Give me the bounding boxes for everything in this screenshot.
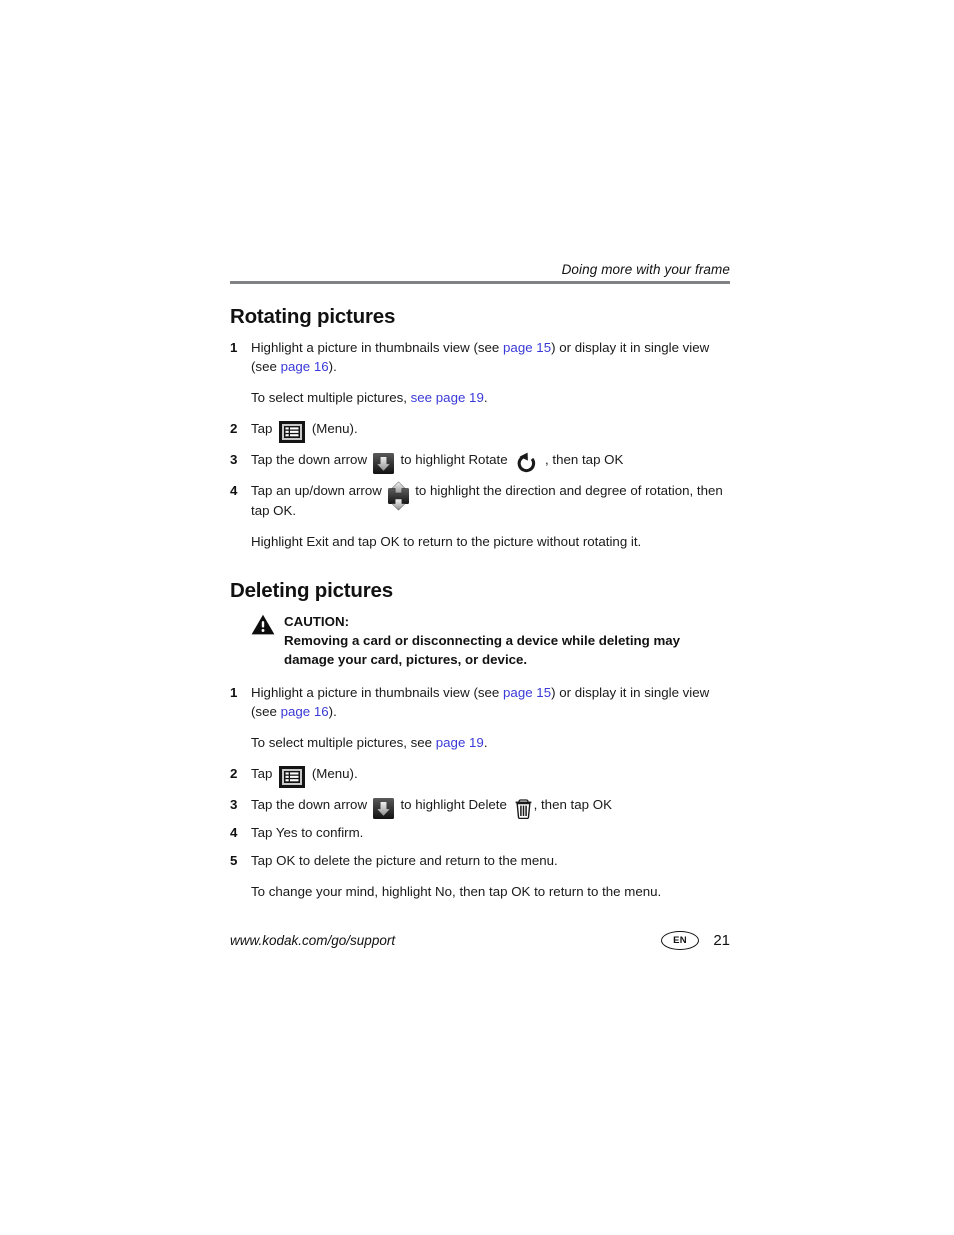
link-page-15[interactable]: page 15 [503,685,551,700]
step-number: 3 [230,452,238,467]
support-url[interactable]: www.kodak.com/go/support [230,933,661,948]
step-text-part: (Menu). [308,421,358,436]
step-number: 4 [230,483,238,498]
header-rule [230,281,730,284]
link-page-16[interactable]: page 16 [281,704,329,719]
caution-body: Removing a card or disconnecting a devic… [284,633,681,668]
link-page-19[interactable]: page 19 [436,735,484,750]
caution-triangle-icon [251,614,275,635]
step-rotating-2: 2 Tap (Menu). [230,419,730,443]
step-text-part: (Menu). [308,766,358,782]
caution-label: CAUTION: [284,614,349,630]
step-text-part: to highlight Delete [396,797,511,813]
step-deleting-1: 1 Highlight a picture in thumbnails view… [230,683,730,721]
page-title-rotating: Rotating pictures [230,305,396,328]
step-rotating-1-note: To select multiple pictures, see page 19… [251,388,730,407]
step-deleting-4: 4 Tap Yes to confirm. [230,823,730,842]
link-page-15[interactable]: page 15 [503,340,551,355]
step-number: 1 [230,340,238,355]
step-text-part: Highlight a picture in thumbnails view (… [251,340,504,355]
step-text-part: Tap the down arrow [251,452,371,467]
step-rotating-1: 1 Highlight a picture in thumbnails view… [230,338,730,376]
step-text: Highlight a picture in thumbnails view (… [251,338,730,376]
link-see-page-19[interactable]: see page 19 [411,390,484,405]
step-text-part: , then tap OK [533,797,612,813]
step-text: Highlight a picture in thumbnails view (… [251,683,730,721]
page-number: 21 [713,932,730,949]
manual-page: Doing more with your frame Rotating pict… [230,262,730,913]
down-arrow-icon [372,452,394,474]
step-text-part: ). [328,704,337,720]
step-deleting-5-note: To change your mind, highlight No, then … [251,884,662,900]
step-deleting-1-note: To select multiple pictures, see page 19… [251,733,730,752]
language-badge: EN [661,931,699,950]
caution-text: CAUTION: Removing a card or disconnectin… [284,612,730,669]
step-text: Tap (Menu). [251,764,730,789]
note-text-part: To select multiple pictures, [251,390,411,405]
step-text: Tap the down arrow to highlight Rotate ,… [251,450,730,474]
step-text-part: Tap [251,766,277,782]
step-deleting-2: 2 Tap (Menu). [230,764,730,789]
page-footer: www.kodak.com/go/support EN 21 [230,931,730,950]
section-deleting-pictures: Deleting pictures CAUTION: Removing a ca… [230,579,730,901]
trash-icon [514,798,533,819]
menu-icon [279,766,306,789]
step-rotating-4: 4 Tap an up/down arrow to highlight the … [230,481,730,520]
menu-icon [279,420,306,443]
caution-block: CAUTION: Removing a card or disconnectin… [251,612,730,669]
step-number: 2 [230,766,238,782]
step-text: Tap an up/down arrow to highlight the di… [251,481,730,520]
up-down-arrow-icon [387,481,409,512]
step-number: 2 [230,421,238,436]
step-text-part: Tap [251,421,277,436]
note-text-part: . [483,735,488,751]
rotate-icon [514,452,538,474]
step-rotating-4-note: Highlight Exit and tap OK to return to t… [251,534,642,550]
section-rotating-pictures: Rotating pictures 1 Highlight a picture … [230,305,730,551]
step-rotating-3: 3 Tap the down arrow to highlight Rotate… [230,450,730,474]
step-number: 5 [230,853,238,869]
running-head: Doing more with your frame [561,262,730,277]
step-text-part: to highlight Rotate [396,452,512,467]
step-text: Tap Yes to confirm. [251,825,364,841]
step-text-part: Highlight a picture in thumbnails view (… [251,685,504,701]
step-text: Tap (Menu). [251,419,730,443]
step-number: 3 [230,797,238,813]
step-text-part: ). [328,359,337,374]
down-arrow-icon [372,798,394,820]
step-text: Tap the down arrow to highlight Delete ,… [251,795,730,820]
step-text: Tap OK to delete the picture and return … [251,853,558,869]
step-text-part: Tap an up/down arrow [251,483,386,498]
note-text-part: To select multiple pictures, see [251,735,436,751]
step-number: 4 [230,825,238,841]
step-text-part: , then tap OK [541,452,624,467]
step-number: 1 [230,685,238,701]
link-page-16[interactable]: page 16 [281,359,329,374]
step-deleting-5: 5 Tap OK to delete the picture and retur… [230,851,730,870]
step-text-part: Tap the down arrow [251,797,371,813]
step-deleting-3: 3 Tap the down arrow to highlight Delete… [230,795,730,820]
page-title-deleting: Deleting pictures [230,579,393,603]
note-text-part: . [483,390,488,405]
